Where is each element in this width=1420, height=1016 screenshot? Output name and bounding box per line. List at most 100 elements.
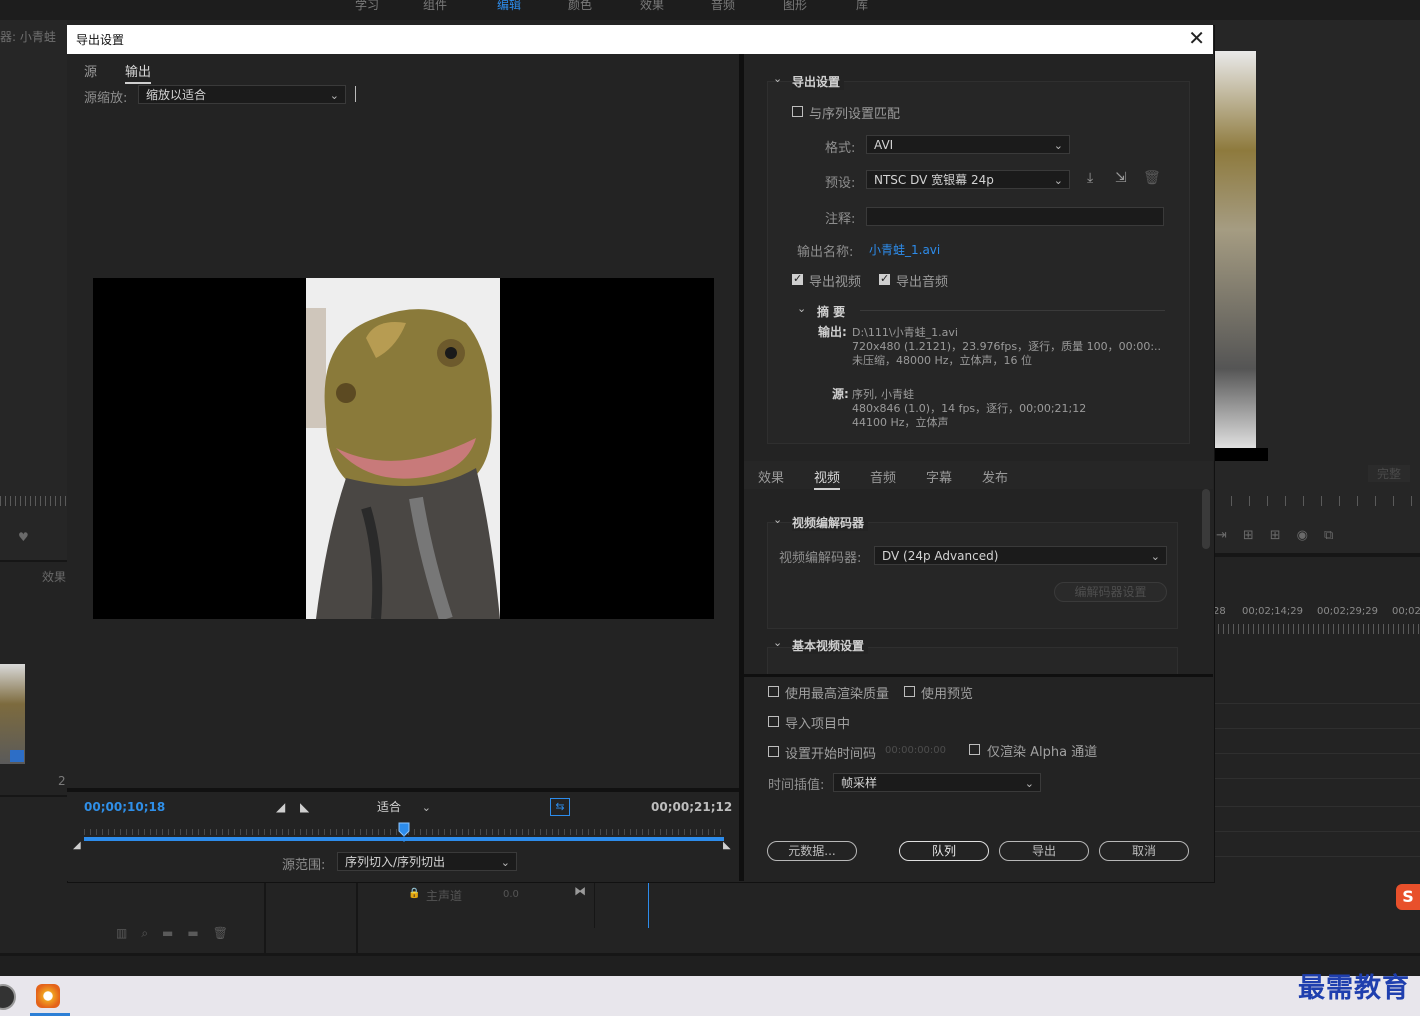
video-codec-select[interactable]: DV (24p Advanced) ⌄ — [874, 546, 1167, 565]
aspect-ratio-toggle-icon[interactable]: ⇆ — [550, 798, 570, 816]
export-audio-label: 导出音频 — [896, 275, 949, 290]
source-scale-label: 源缩放: — [84, 91, 128, 106]
save-preset-icon[interactable]: ⤓ — [1087, 170, 1093, 186]
fit-zoom-select[interactable]: 适合 ⌄ — [370, 798, 437, 817]
queue-button[interactable]: 队列 — [899, 841, 989, 861]
master-track-lock-icon[interactable]: 🔒 — [408, 888, 420, 899]
import-into-project-checkbox[interactable] — [768, 716, 779, 727]
chevron-down-icon[interactable]: ⌄ — [797, 302, 806, 315]
video-codec-value: DV (24p Advanced) — [882, 549, 999, 563]
timeline-playhead-line — [648, 881, 649, 928]
video-frame-image — [306, 278, 500, 619]
comment-label: 注释: — [825, 212, 856, 227]
source-scale-select[interactable]: 缩放以适合 ⌄ — [138, 85, 346, 104]
range-in-handle-icon[interactable]: ◢ — [73, 840, 81, 851]
sogou-ime-icon[interactable]: S — [1396, 884, 1420, 910]
program-transport-icons[interactable]: ⇥⊞⊞◉⧉ — [1216, 528, 1349, 543]
workspace-tab[interactable]: 学习 — [355, 0, 379, 13]
watermark-logo: 最需教育 — [1298, 973, 1410, 1004]
chevron-down-icon: ⌄ — [1024, 777, 1034, 790]
set-start-timecode-checkbox[interactable] — [768, 746, 779, 757]
render-alpha-only-checkbox[interactable] — [969, 744, 980, 755]
max-render-quality-checkbox[interactable] — [768, 686, 779, 697]
mark-out-icon[interactable]: ◣ — [300, 800, 309, 814]
workspace-tab[interactable]: 颜色 — [568, 0, 592, 13]
settings-tab[interactable]: 效果 — [758, 467, 784, 486]
match-sequence-checkbox[interactable] — [792, 106, 803, 117]
playhead-marker[interactable] — [398, 822, 410, 842]
import-preset-icon[interactable]: ⇲ — [1115, 170, 1127, 186]
effects-panel-label: 效果 — [42, 570, 67, 584]
source-range-value: 序列切入/序列切出 — [345, 855, 446, 869]
timeline-timecode: 00;02 — [1392, 606, 1420, 617]
export-audio-checkbox[interactable] — [879, 272, 890, 285]
settings-tab[interactable]: 音频 — [870, 467, 896, 486]
comment-input[interactable] — [866, 207, 1164, 226]
settings-tab[interactable]: 视频 — [814, 467, 841, 490]
summary-output-audio: 未压缩，48000 Hz，立体声，16 位 — [852, 354, 1033, 367]
settings-scrollbar[interactable] — [1202, 489, 1210, 549]
metadata-button[interactable]: 元数据... — [767, 841, 857, 861]
timeline-timecode: 00;02;14;29 — [1242, 606, 1304, 617]
settings-tab[interactable]: 字幕 — [926, 467, 952, 486]
marker-icon[interactable]: ♥ — [18, 530, 29, 544]
timeline-ruler — [1213, 624, 1420, 634]
project-toolbar-icons[interactable]: ▥⌕▬▬🗑 — [116, 926, 242, 941]
chevron-down-icon: ⌄ — [1150, 550, 1160, 563]
chevron-down-icon[interactable]: ⌄ — [773, 636, 782, 649]
output-name-label: 输出名称: — [797, 245, 854, 260]
render-alpha-only-label: 仅渲染 Alpha 通道 — [987, 745, 1098, 760]
tab-source[interactable]: 源 — [84, 61, 97, 80]
cancel-button[interactable]: 取消 — [1099, 841, 1189, 861]
master-track-nav-icon[interactable]: ⧓ — [574, 884, 586, 898]
mark-in-icon[interactable]: ◢ — [276, 800, 285, 814]
app-workspace-bar — [0, 0, 1420, 20]
taskbar-browser-icon[interactable] — [36, 984, 60, 1008]
use-previews-label: 使用预览 — [921, 687, 974, 702]
output-name-link[interactable]: 小青蛙_1.avi — [869, 241, 940, 258]
chevron-down-icon: ⌄ — [1053, 174, 1063, 187]
start-timecode-value: 00:00:00:00 — [885, 745, 947, 756]
codec-settings-button[interactable]: 编解码器设置 — [1054, 582, 1167, 602]
format-label: 格式: — [825, 141, 856, 156]
settings-scroll-area: ⌄ 视频编解码器 视频编解码器: DV (24p Advanced) ⌄ 编解码… — [744, 489, 1213, 674]
settings-tab[interactable]: 发布 — [982, 467, 1008, 486]
fit-complete-label[interactable]: 完整 — [1368, 465, 1411, 482]
import-into-project-label: 导入项目中 — [785, 717, 851, 732]
preset-select[interactable]: NTSC DV 宽银幕 24p ⌄ — [866, 170, 1070, 189]
project-thumbnail[interactable] — [0, 664, 25, 764]
workspace-tab[interactable]: 效果 — [640, 0, 664, 13]
program-ruler — [1213, 496, 1420, 506]
export-video-checkbox[interactable] — [792, 272, 803, 285]
preset-label: 预设: — [825, 176, 856, 191]
source-range-label: 源范围: — [282, 858, 326, 873]
source-range-select[interactable]: 序列切入/序列切出 ⌄ — [337, 852, 517, 871]
timeline-timecode: 00;02;29;29 — [1317, 606, 1379, 617]
export-video-label: 导出视频 — [809, 275, 862, 290]
chevron-down-icon: ⌄ — [329, 89, 339, 102]
chevron-down-icon[interactable]: ⌄ — [773, 72, 782, 85]
max-render-quality-label: 使用最高渲染质量 — [785, 687, 890, 702]
time-interpolation-select[interactable]: 帧采样 ⌄ — [833, 773, 1041, 792]
chevron-down-icon[interactable]: ⌄ — [773, 513, 782, 526]
delete-preset-icon[interactable]: 🗑 — [1143, 170, 1161, 186]
export-button[interactable]: 导出 — [999, 841, 1089, 861]
range-out-handle-icon[interactable]: ◣ — [723, 840, 731, 851]
current-timecode[interactable]: 00;00;10;18 — [84, 800, 165, 814]
chevron-down-icon: ⌄ — [500, 856, 510, 869]
set-start-timecode-label: 设置开始时间码 — [785, 747, 877, 762]
use-previews-checkbox[interactable] — [904, 686, 915, 697]
source-scale-value: 缩放以适合 — [146, 88, 207, 102]
tab-output[interactable]: 输出 — [125, 61, 152, 84]
video-codec-label: 视频编解码器: — [779, 551, 862, 566]
close-icon[interactable]: ✕ — [1188, 26, 1205, 50]
workspace-tab[interactable]: 编辑 — [497, 0, 521, 13]
bottom-left-panel — [0, 881, 266, 953]
format-select[interactable]: AVI ⌄ — [866, 135, 1070, 154]
workspace-tab[interactable]: 组件 — [423, 0, 447, 13]
format-value: AVI — [874, 138, 894, 152]
workspace-tab[interactable]: 音频 — [711, 0, 735, 13]
workspace-tab[interactable]: 图形 — [783, 0, 807, 13]
workspace-tab[interactable]: 库 — [856, 0, 868, 13]
dialog-titlebar[interactable]: 导出设置 ✕ — [67, 25, 1213, 54]
